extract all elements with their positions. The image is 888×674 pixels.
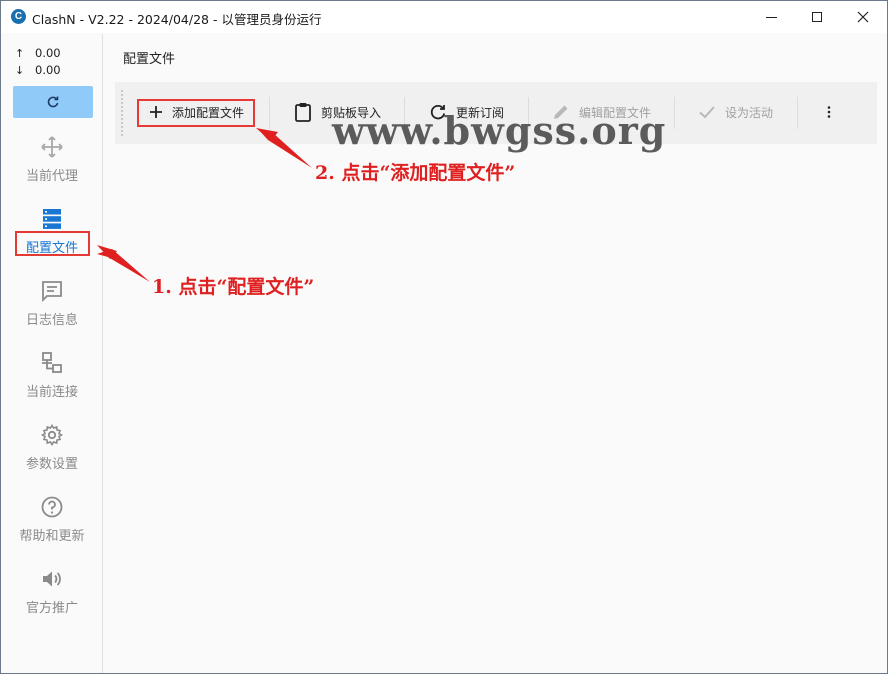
toolbar-grip[interactable] [121, 90, 123, 136]
sidebar-item-logs[interactable]: 日志信息 [1, 279, 103, 339]
app-logo: C [11, 9, 26, 24]
sidebar-item-label: 当前代理 [25, 169, 78, 184]
sidebar-item-connections[interactable]: 当前连接 [1, 351, 103, 411]
download-arrow-icon: ↓ [15, 64, 25, 77]
check-icon [699, 106, 715, 119]
maximize-button[interactable] [794, 1, 840, 33]
sidebar-item-label: 帮助和更新 [19, 529, 85, 544]
sidebar: ↑ 0.00 ↓ 0.00 当前代理 配置文件 日志信息 当前连接 参数设置 帮… [1, 34, 103, 673]
set-active-button[interactable]: 设为活动 [698, 96, 773, 128]
sidebar-item-settings[interactable]: 参数设置 [1, 423, 103, 483]
more-options-button[interactable] [823, 96, 844, 128]
profiles-icon [43, 209, 61, 229]
gear-icon [40, 424, 64, 446]
toolbar-separator [674, 97, 675, 129]
close-button[interactable] [840, 1, 886, 33]
title-bar: C ClashN - V2.22 - 2024/04/28 - 以管理员身份运行 [1, 1, 887, 33]
sidebar-item-label: 参数设置 [25, 457, 78, 472]
minimize-icon [765, 16, 777, 18]
toolbar-separator [797, 97, 798, 129]
minimize-button[interactable] [748, 1, 794, 33]
sidebar-item-current-proxy[interactable]: 当前代理 [1, 135, 103, 195]
help-icon [41, 496, 63, 518]
highlight-box-profiles [15, 231, 90, 256]
sidebar-item-label: 官方推广 [25, 601, 78, 616]
sidebar-item-help[interactable]: 帮助和更新 [1, 495, 103, 555]
annotation-step-2: 2. 点击“添加配置文件” [315, 162, 516, 184]
app-window: C ClashN - V2.22 - 2024/04/28 - 以管理员身份运行… [0, 0, 888, 674]
connections-icon [42, 352, 62, 373]
set-active-label: 设为活动 [725, 105, 774, 120]
close-icon [857, 11, 869, 23]
download-speed: ↓ 0.00 [15, 63, 61, 77]
window-title: ClashN - V2.22 - 2024/04/28 - 以管理员身份运行 [32, 12, 322, 27]
clipboard-icon [295, 103, 311, 122]
annotation-step-1: 1. 点击“配置文件” [152, 276, 315, 298]
page-title: 配置文件 [123, 52, 176, 67]
sidebar-item-label: 日志信息 [25, 313, 78, 328]
download-speed-value: 0.00 [35, 63, 61, 77]
watermark: www.bwgss.org [332, 108, 667, 153]
speaker-icon [43, 571, 61, 587]
maximize-icon [812, 12, 822, 22]
sidebar-item-promotion[interactable]: 官方推广 [1, 567, 103, 627]
toolbar-separator [269, 97, 270, 129]
refresh-icon [47, 96, 59, 108]
proxy-icon [41, 136, 63, 158]
upload-speed: ↑ 0.00 [15, 46, 61, 60]
refresh-button[interactable] [13, 86, 93, 118]
more-vertical-icon [827, 106, 831, 118]
sidebar-item-label: 当前连接 [25, 385, 78, 400]
highlight-box-add-profile [137, 99, 255, 127]
log-icon [42, 281, 62, 303]
upload-speed-value: 0.00 [35, 46, 61, 60]
upload-arrow-icon: ↑ [15, 47, 25, 60]
